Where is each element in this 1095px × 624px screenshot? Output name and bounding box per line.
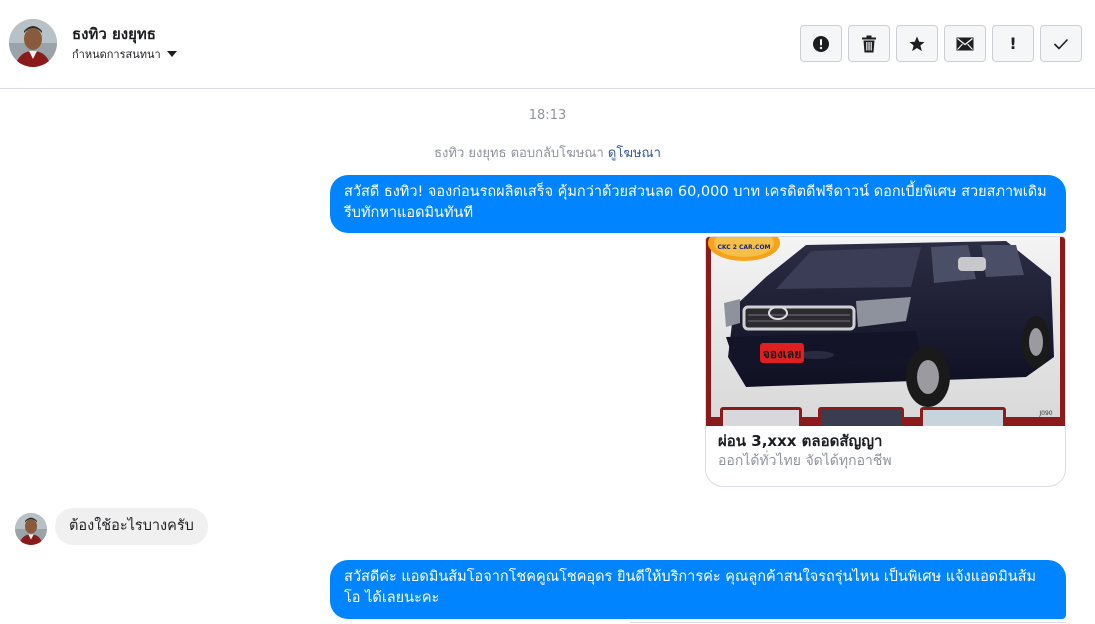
ad-reply-text: ธงทิว ยงยุทธ ตอบกลับโฆษณา — [434, 146, 604, 161]
incoming-message: ต้องใช้อะไรบางครับ — [55, 508, 208, 545]
spam-button[interactable]: ! — [992, 25, 1034, 62]
ad-attachment-card[interactable]: CKC 2 CAR.COM จองเลย J090 ผ่อน 3,xxx ตลอ… — [705, 236, 1066, 487]
checkmark-icon — [1053, 38, 1069, 50]
contact-avatar-small[interactable] — [15, 513, 47, 545]
star-button[interactable] — [896, 25, 938, 62]
outgoing-message: สวัสดีค่ะ แอดมินส้มโอจากโชคคูณโชคอุดร ยิ… — [330, 560, 1066, 619]
delete-button[interactable] — [848, 25, 890, 62]
message-timestamp: 18:13 — [528, 108, 567, 123]
report-button[interactable] — [800, 25, 842, 62]
ad-card-subtitle: ออกได้ทั่วไทย จัดได้ทุกอาชีพ — [718, 453, 892, 469]
conversation-options-label: กำหนดการสนทนา — [72, 48, 161, 61]
contact-avatar[interactable] — [9, 19, 57, 67]
view-ad-link[interactable]: ดูโฆษณา — [608, 146, 661, 161]
divider — [630, 622, 1066, 623]
ad-logo-text: CKC 2 CAR.COM — [717, 244, 770, 251]
ad-car-image: CKC 2 CAR.COM จองเลย J090 — [706, 237, 1065, 426]
header-toolbar: ! — [800, 25, 1082, 62]
book-now-badge: จองเลย — [763, 347, 802, 361]
ad-watermark: J090 — [1038, 410, 1052, 417]
ad-reply-note: ธงทิว ยงยุทธ ตอบกลับโฆษณา ดูโฆษณา — [0, 142, 1095, 163]
envelope-icon — [956, 37, 974, 50]
done-button[interactable] — [1040, 25, 1082, 62]
trash-icon — [862, 35, 876, 52]
exclamation-icon: ! — [1009, 34, 1017, 53]
caret-down-icon — [166, 51, 177, 57]
outgoing-message: สวัสดี ธงทิว! จองก่อนรถผลิตเสร็จ คุ้มกว่… — [330, 175, 1066, 233]
conversation-options-dropdown[interactable]: กำหนดการสนทนา — [72, 45, 177, 63]
alert-circle-icon — [813, 35, 829, 52]
conversation-header: ธงทิว ยงยุทธ กำหนดการสนทนา ! — [0, 0, 1095, 89]
mark-unread-button[interactable] — [944, 25, 986, 62]
contact-name[interactable]: ธงทิว ยงยุทธ — [72, 22, 156, 46]
star-icon — [909, 36, 925, 51]
